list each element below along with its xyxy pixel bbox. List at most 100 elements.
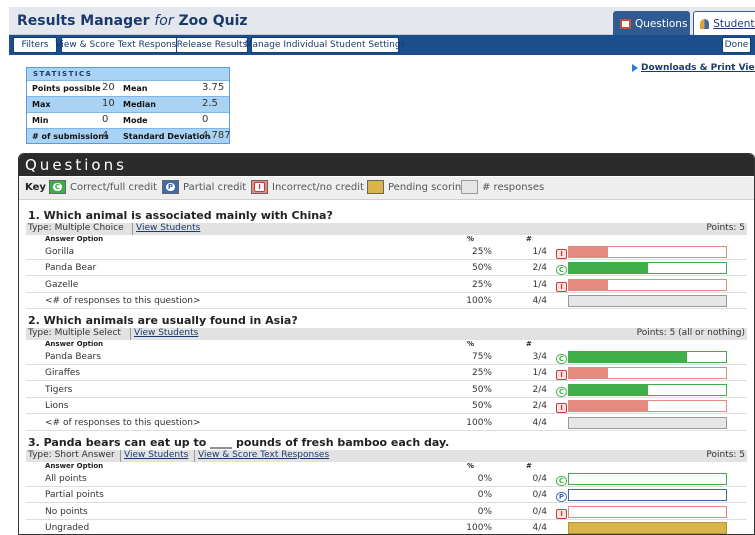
answer-bar xyxy=(568,246,727,258)
question-points: Points: 5 xyxy=(706,450,745,460)
key-label: Key xyxy=(25,182,46,193)
answer-bar xyxy=(568,473,727,485)
stat-label: Median xyxy=(123,100,156,109)
stat-label: Standard Deviation xyxy=(123,132,211,141)
answer-count: 1/4 xyxy=(532,279,547,290)
answer-row: Partial points 0% 0/4 P xyxy=(26,487,747,504)
answer-bar-fill xyxy=(569,352,687,362)
stat-value: 0 xyxy=(202,114,209,125)
answer-percent: 50% xyxy=(471,401,492,412)
answer-option: All points xyxy=(45,474,87,484)
answer-count: 4/4 xyxy=(532,417,547,428)
answer-bar xyxy=(568,400,727,413)
stat-label: # of submissions xyxy=(32,132,109,141)
answer-row: Ungraded 100% 4/4 xyxy=(26,520,747,534)
answer-bar-fill xyxy=(569,296,726,307)
answer-count: 3/4 xyxy=(532,352,547,362)
view-students-link[interactable]: View Students xyxy=(136,223,200,233)
divider xyxy=(132,223,133,235)
answer-count: 4/4 xyxy=(532,296,547,307)
answer-percent: 100% xyxy=(466,523,492,534)
statistics-panel: STATISTICS Points possible 20 Mean 3.75 Max 1… xyxy=(26,67,231,144)
answer-row: Gazelle 25% 1/4 I xyxy=(26,277,747,293)
stat-label: Mean xyxy=(123,84,148,93)
answer-count: 2/4 xyxy=(532,384,547,395)
answer-option-header: Answer Option xyxy=(45,340,104,348)
stat-label: Min xyxy=(32,116,49,125)
answer-row: All points 0% 0/4 C xyxy=(26,471,747,487)
question-title: 1. Which animal is associated mainly wit… xyxy=(28,209,333,222)
answer-option: Giraffes xyxy=(45,368,81,379)
count-header: # xyxy=(526,235,532,243)
answer-row: Gorilla 25% 1/4 I xyxy=(26,244,747,260)
done-button[interactable]: Done xyxy=(722,37,751,53)
divider xyxy=(130,328,131,340)
questions-icon xyxy=(620,18,631,29)
app-header: Results Manager for Zoo Quiz Questions S… xyxy=(9,7,755,35)
view-score-text-responses-link[interactable]: View & Score Text Responses xyxy=(198,450,329,460)
answer-option: Gorilla xyxy=(45,247,75,257)
stat-label: Points possible xyxy=(32,84,101,93)
answer-option: <# of responses to this question> xyxy=(45,296,201,307)
stat-value: 10 xyxy=(102,98,115,109)
answer-bar-fill xyxy=(569,523,726,534)
view-score-text-responses-button[interactable]: View & Score Text Responses xyxy=(55,37,187,53)
answer-count: 0/4 xyxy=(532,506,547,517)
answer-count: 1/4 xyxy=(532,247,547,257)
answer-row: Tigers 50% 2/4 C xyxy=(26,382,747,398)
question-points: Points: 5 (all or nothing) xyxy=(636,328,745,338)
tab-questions[interactable]: Questions xyxy=(613,11,690,35)
correct-icon: C xyxy=(52,182,63,192)
release-results-button[interactable]: Release Results xyxy=(176,37,248,53)
answer-option: No points xyxy=(45,506,88,517)
pending-key-swatch xyxy=(367,180,384,194)
answer-row: Lions 50% 2/4 I xyxy=(26,398,747,415)
answer-percent: 25% xyxy=(471,247,492,257)
tab-students[interactable]: Students xyxy=(693,11,755,35)
question-type-bar: Type: Short Answer View Students View & … xyxy=(26,450,747,462)
answer-bar xyxy=(568,295,727,308)
key-correct-label: Correct/full credit xyxy=(70,182,158,193)
percent-header: % xyxy=(467,340,475,348)
answer-bar-fill xyxy=(569,384,648,395)
stat-value: 4.787 xyxy=(202,130,231,141)
answer-option-header: Answer Option xyxy=(45,462,104,470)
answer-option: <# of responses to this question> xyxy=(45,417,201,428)
view-students-link[interactable]: View Students xyxy=(124,450,188,460)
filters-button[interactable]: Filters xyxy=(13,37,57,53)
stats-row: Points possible 20 Mean 3.75 xyxy=(27,80,229,96)
answer-percent: 25% xyxy=(471,279,492,290)
answer-bar xyxy=(568,522,727,534)
answer-bar xyxy=(568,416,727,429)
stat-value: 4 xyxy=(102,130,109,141)
answer-percent: 50% xyxy=(471,384,492,395)
partial-icon: P xyxy=(165,182,176,192)
downloads-print-views-link[interactable]: Downloads & Print Views xyxy=(632,63,755,73)
answer-percent: 25% xyxy=(471,368,492,379)
question-type-bar: Type: Multiple Select View Students Poin… xyxy=(26,328,747,340)
answer-percent: 50% xyxy=(471,263,492,274)
answer-bar-fill xyxy=(569,263,648,274)
tab-questions-label: Questions xyxy=(635,17,688,30)
tab-students-label: Students xyxy=(713,17,755,30)
answer-bar xyxy=(568,383,727,396)
answer-bar-fill xyxy=(569,368,609,379)
key-responses-label: # responses xyxy=(482,182,545,193)
manage-student-settings-button[interactable]: Manage Individual Student Settings xyxy=(245,37,405,53)
students-icon xyxy=(700,18,710,29)
view-students-link[interactable]: View Students xyxy=(134,328,198,338)
question-type: Type: Multiple Choice xyxy=(28,223,124,233)
percent-header: % xyxy=(467,462,475,470)
divider xyxy=(120,450,121,462)
key-partial-label: Partial credit xyxy=(183,182,247,193)
key-legend: Key C Correct/full credit P Partial cred… xyxy=(19,177,754,200)
answer-percent: 0% xyxy=(477,490,492,501)
answer-percent: 0% xyxy=(477,474,492,484)
answer-bar xyxy=(568,505,727,518)
triangle-right-icon xyxy=(632,63,638,72)
answer-count: 2/4 xyxy=(532,401,547,412)
partial-key-swatch: P xyxy=(162,180,179,194)
answer-row: Panda Bear 50% 2/4 C xyxy=(26,260,747,277)
answer-bar-fill xyxy=(569,247,609,257)
questions-header: Questions xyxy=(19,154,754,176)
